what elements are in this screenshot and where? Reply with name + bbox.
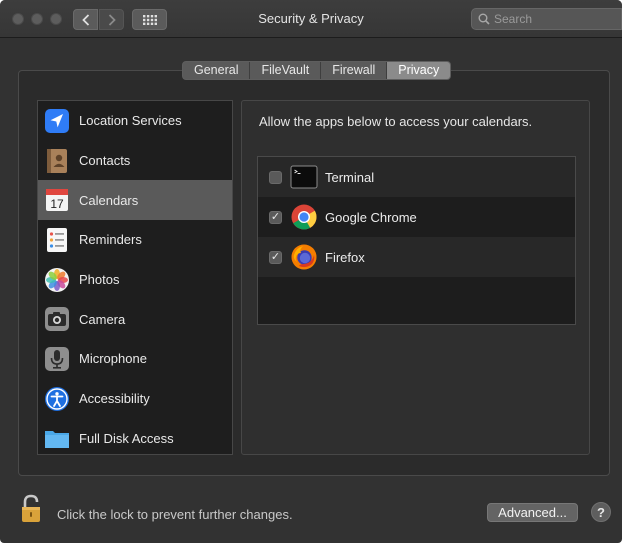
chrome-checkbox[interactable]: ✓ (269, 210, 282, 224)
toolbar: Security & Privacy (0, 0, 622, 38)
help-button[interactable]: ? (591, 502, 611, 522)
contacts-book-icon (47, 148, 67, 173)
sidebar-item-full-disk-access[interactable]: Full Disk Access (38, 419, 232, 455)
sidebar-item-reminders[interactable]: Reminders (38, 220, 232, 260)
sidebar-item-label: Full Disk Access (79, 430, 174, 446)
app-row-google-chrome[interactable]: ✓ Google Chrome (258, 197, 575, 237)
microphone-icon (45, 346, 69, 371)
sidebar-item-label: Calendars (79, 192, 139, 208)
app-name: Terminal (325, 169, 375, 185)
terminal-checkbox[interactable] (269, 170, 282, 184)
app-name: Firefox (325, 249, 365, 265)
tab-general[interactable]: General (183, 62, 251, 79)
sidebar-item-microphone[interactable]: Microphone (38, 339, 232, 379)
search-icon (478, 13, 490, 25)
sidebar-item-camera[interactable]: Camera (38, 299, 232, 339)
firefox-icon (291, 244, 317, 270)
tab-privacy[interactable]: Privacy (387, 62, 451, 79)
sidebar-item-label: Photos (79, 272, 120, 288)
sidebar-item-label: Camera (79, 311, 126, 327)
firefox-checkbox[interactable]: ✓ (269, 250, 282, 264)
sidebar-item-label: Contacts (79, 153, 131, 169)
accessibility-icon (45, 386, 69, 411)
camera-icon (45, 307, 69, 332)
sidebar-item-label: Microphone (79, 351, 147, 367)
app-row-firefox[interactable]: ✓ Firefox (258, 237, 575, 277)
advanced-button[interactable]: Advanced... (487, 503, 578, 522)
sidebar-item-accessibility[interactable]: Accessibility (38, 379, 232, 419)
tab-firewall[interactable]: Firewall (321, 62, 388, 79)
location-arrow-icon (45, 108, 69, 133)
checkmark-icon: ✓ (270, 210, 281, 223)
lock-icon[interactable] (21, 494, 45, 524)
photos-flower-icon (45, 267, 69, 292)
empty-row (258, 277, 575, 324)
search-input[interactable] (494, 12, 614, 26)
permission-description: Allow the apps below to access your cale… (259, 114, 533, 129)
sidebar-item-label: Accessibility (79, 391, 150, 407)
app-list: Terminal ✓ Google Chrome ✓ Firefox (257, 156, 576, 325)
sidebar-item-photos[interactable]: Photos (38, 260, 232, 300)
folder-icon (45, 431, 69, 449)
reminders-list-icon (47, 227, 67, 252)
checkmark-icon: ✓ (270, 250, 281, 263)
terminal-icon (290, 165, 318, 189)
sidebar-item-calendars[interactable]: 17 Calendars (38, 180, 232, 221)
sidebar-item-label: Location Services (79, 113, 182, 129)
app-permission-pane: Allow the apps below to access your cale… (241, 100, 590, 455)
privacy-category-list: Location Services Contacts 17 Calendars (37, 100, 233, 455)
sidebar-item-location-services[interactable]: Location Services (38, 101, 232, 141)
chrome-icon (291, 204, 317, 230)
tab-filevault[interactable]: FileVault (250, 62, 322, 79)
preferences-window: Security & Privacy General FileVault Fir… (0, 0, 622, 543)
calendar-day-number: 17 (50, 197, 64, 211)
lock-status-text: Click the lock to prevent further change… (57, 507, 293, 522)
sidebar-item-contacts[interactable]: Contacts (38, 141, 232, 181)
app-row-terminal[interactable]: Terminal (258, 157, 575, 197)
app-name: Google Chrome (325, 209, 417, 225)
tab-bar: General FileVault Firewall Privacy (182, 61, 452, 80)
search-field[interactable] (471, 8, 622, 30)
calendar-icon: 17 (46, 189, 68, 212)
sidebar-item-label: Reminders (79, 232, 142, 248)
